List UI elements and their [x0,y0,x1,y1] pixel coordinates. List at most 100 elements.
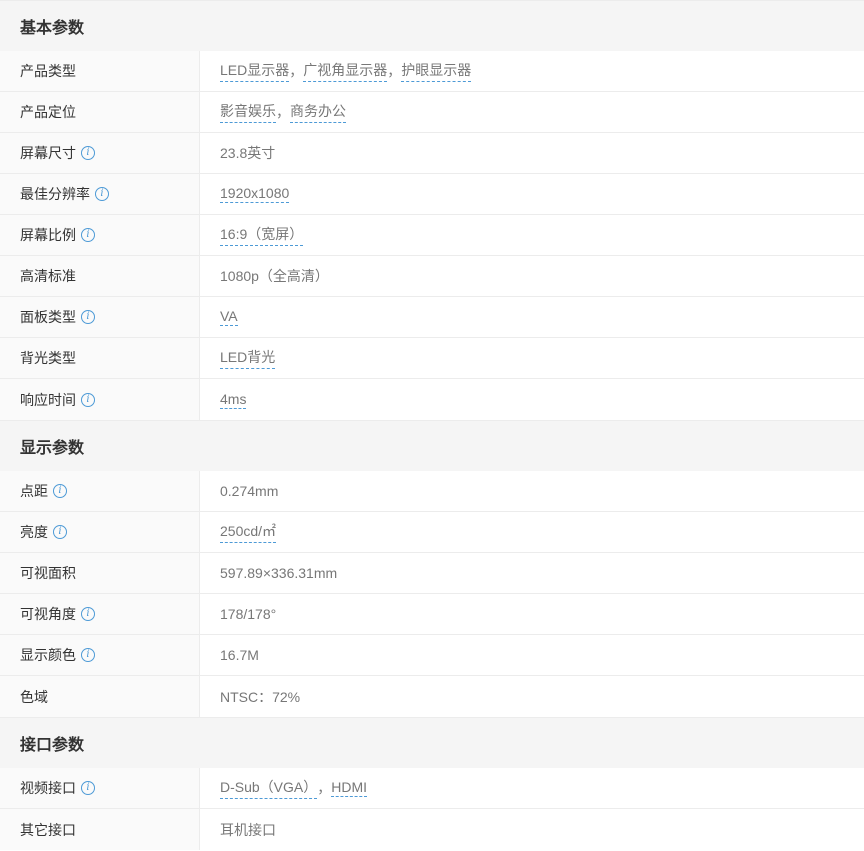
info-icon[interactable]: i [81,146,95,160]
spec-row: 色域 NTSC：72% [0,676,864,717]
spec-label-cell: 产品类型 [0,51,200,91]
info-icon[interactable]: i [81,228,95,242]
info-icon[interactable]: i [81,392,95,407]
spec-value-text: 16.7M [220,647,259,663]
spec-row: 显示颜色 i 16.7M [0,635,864,676]
spec-label: 色域 [20,688,48,705]
spec-label: 背光类型 [20,350,76,366]
spec-value-link[interactable]: 商务办公 [290,101,346,123]
spec-row: 高清标准 1080p（全高清） [0,256,864,297]
spec-row: 其它接口 耳机接口 [0,809,864,850]
info-icon[interactable]: i [81,781,95,795]
spec-value-cell: LED显示器，广视角显示器，护眼显示器 [200,51,864,91]
info-icon[interactable]: i [95,187,109,201]
spec-value-text: ， [276,104,290,120]
spec-value-link[interactable]: VA [220,308,238,326]
spec-value-text: ， [289,63,304,79]
spec-label: 高清标准 [20,268,76,284]
spec-value-link[interactable]: 250cd/㎡ [220,521,277,543]
spec-label: 其它接口 [20,821,76,838]
spec-label: 屏幕比例 [20,227,76,243]
spec-table: 基本参数 产品类型 LED显示器，广视角显示器，护眼显示器 产品定位 影音娱乐，商务办公… [0,0,864,850]
spec-row: 点距 i 0.274mm [0,471,864,512]
spec-value-cell: 4ms [200,379,864,420]
spec-value-link[interactable]: 护眼显示器 [401,60,472,82]
spec-value-text: ， [387,63,402,79]
spec-label-cell: 屏幕比例 i [0,215,200,255]
section-title: 显示参数 [0,420,864,471]
spec-value-cell: 597.89×336.31mm [200,553,864,593]
spec-value-link[interactable]: 影音娱乐 [220,101,276,123]
spec-value-link[interactable]: 广视角显示器 [303,60,388,82]
spec-label-cell: 面板类型 i [0,297,200,337]
spec-value-link[interactable]: LED背光 [220,347,276,369]
spec-value-cell: 250cd/㎡ [200,512,864,552]
spec-label-cell: 屏幕尺寸 i [0,133,200,173]
spec-row: 背光类型 LED背光 [0,338,864,379]
spec-value-cell: 1920x1080 [200,174,864,214]
spec-value-text: ， [317,780,332,796]
section-title: 基本参数 [0,0,864,51]
spec-value-cell: 16:9（宽屏） [200,215,864,255]
spec-value-text: 1080p（全高清） [220,268,329,284]
spec-value-cell: LED背光 [200,338,864,378]
spec-label: 可视面积 [20,565,76,581]
spec-label-cell: 可视角度 i [0,594,200,634]
info-icon[interactable]: i [81,648,95,662]
spec-label-cell: 亮度 i [0,512,200,552]
spec-row: 面板类型 i VA [0,297,864,338]
spec-value-text: 178/178° [220,606,277,622]
spec-row: 屏幕尺寸 i 23.8英寸 [0,133,864,174]
spec-row: 亮度 i 250cd/㎡ [0,512,864,553]
info-icon[interactable]: i [53,484,67,498]
spec-label: 可视角度 [20,606,76,622]
spec-value-cell: 耳机接口 [200,809,864,850]
spec-value-cell: NTSC：72% [200,676,864,717]
spec-row: 可视面积 597.89×336.31mm [0,553,864,594]
spec-value-link[interactable]: 4ms [220,391,247,409]
spec-value-text: NTSC：72% [220,688,301,705]
info-icon[interactable]: i [81,310,95,324]
spec-label-cell: 其它接口 [0,809,200,850]
spec-label-cell: 背光类型 [0,338,200,378]
info-icon[interactable]: i [81,607,95,621]
spec-row: 产品定位 影音娱乐，商务办公 [0,92,864,133]
spec-row: 屏幕比例 i 16:9（宽屏） [0,215,864,256]
spec-value-cell: 23.8英寸 [200,133,864,173]
spec-label-cell: 高清标准 [0,256,200,296]
spec-value-text: 23.8英寸 [220,145,276,161]
spec-label-cell: 产品定位 [0,92,200,132]
spec-label-cell: 最佳分辨率 i [0,174,200,214]
spec-row: 响应时间 i 4ms [0,379,864,420]
spec-value-cell: 178/178° [200,594,864,634]
spec-label-cell: 视频接口 i [0,768,200,808]
spec-value-link[interactable]: LED显示器 [220,60,290,82]
info-icon[interactable]: i [53,525,67,539]
spec-label: 屏幕尺寸 [20,145,76,161]
spec-value-text: 0.274mm [220,483,279,499]
section-title: 接口参数 [0,717,864,768]
spec-row: 视频接口 i D-Sub（VGA）， HDMI [0,768,864,809]
spec-label: 亮度 [20,524,48,540]
spec-label-cell: 响应时间 i [0,379,200,420]
spec-row: 最佳分辨率 i 1920x1080 [0,174,864,215]
spec-value-text: 597.89×336.31mm [220,565,338,581]
spec-label: 视频接口 [20,780,76,796]
spec-label: 产品类型 [20,63,76,79]
spec-label: 响应时间 [20,391,76,408]
spec-value-text: 耳机接口 [220,821,276,838]
spec-value-cell: VA [200,297,864,337]
spec-label: 显示颜色 [20,647,76,663]
spec-label: 产品定位 [20,104,76,120]
spec-label: 点距 [20,483,48,499]
spec-row: 可视角度 i 178/178° [0,594,864,635]
spec-value-link[interactable]: 1920x1080 [220,185,290,203]
spec-value-cell: 16.7M [200,635,864,675]
spec-value-link[interactable]: HDMI [331,779,368,797]
spec-label: 最佳分辨率 [20,186,90,202]
spec-value-link[interactable]: D-Sub（VGA） [220,777,318,799]
spec-label-cell: 点距 i [0,471,200,511]
spec-label-cell: 显示颜色 i [0,635,200,675]
spec-value-link[interactable]: 16:9（宽屏） [220,224,304,246]
spec-label-cell: 色域 [0,676,200,717]
